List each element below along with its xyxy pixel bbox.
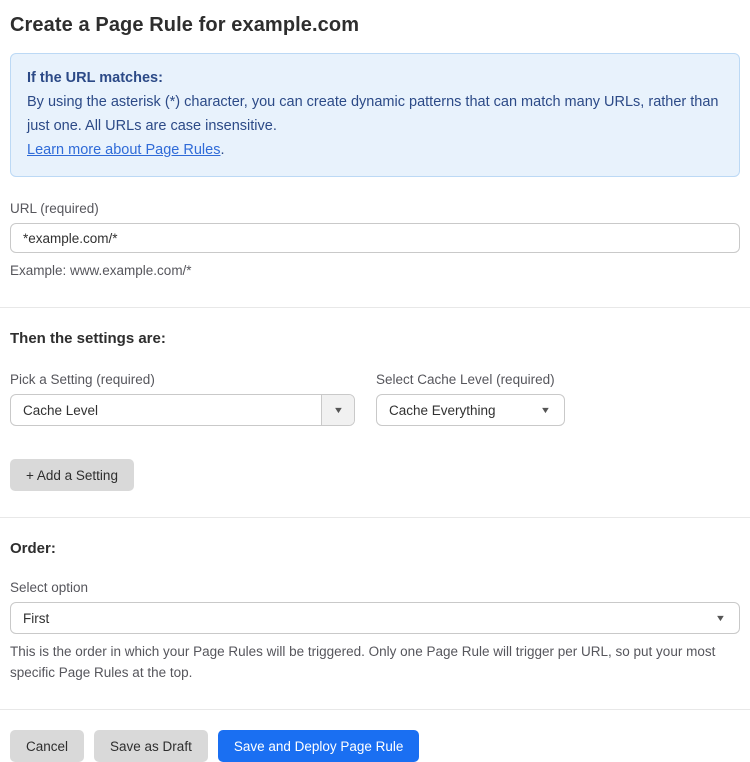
order-select-label: Select option (10, 580, 89, 595)
arrow-wrap: ▼ (539, 404, 564, 415)
add-setting-button[interactable]: + Add a Setting (10, 459, 134, 491)
save-as-draft-button[interactable]: Save as Draft (94, 730, 208, 762)
pick-setting-label: Pick a Setting (required) (10, 372, 155, 387)
settings-heading: Then the settings are: (10, 330, 166, 347)
order-helper-text: This is the order in which your Page Rul… (10, 644, 716, 680)
page-title: Create a Page Rule for example.com (10, 14, 360, 36)
cancel-button[interactable]: Cancel (10, 730, 85, 762)
settings-row: Pick a Setting (required) Cache Level ▼ … (10, 372, 740, 426)
page-rule-form: Create a Page Rule for example.com If th… (0, 0, 750, 762)
info-box-body: By using the asterisk (*) character, you… (27, 94, 719, 134)
cache-level-value: Cache Everything (389, 402, 496, 418)
chevron-down-icon: ▼ (539, 404, 552, 415)
learn-more-link[interactable]: Learn more about Page Rules (27, 142, 220, 158)
dropdown-arrow-button[interactable]: ▼ (321, 395, 354, 425)
divider (0, 709, 750, 710)
order-select-value: First (23, 610, 50, 626)
url-match-info-box: If the URL matches: By using the asteris… (10, 53, 740, 177)
info-box-link-line: Learn more about Page Rules. (27, 138, 723, 162)
save-and-deploy-button[interactable]: Save and Deploy Page Rule (217, 730, 420, 762)
divider (0, 517, 750, 518)
pick-setting-select[interactable]: Cache Level ▼ (10, 394, 355, 426)
url-input[interactable] (10, 223, 740, 253)
form-actions: Cancel Save as Draft Save and Deploy Pag… (10, 730, 740, 762)
cache-level-select[interactable]: Cache Everything ▼ (376, 394, 565, 426)
arrow-wrap: ▼ (714, 612, 739, 623)
pick-setting-column: Pick a Setting (required) Cache Level ▼ (10, 372, 355, 426)
info-box-heading: If the URL matches: (27, 70, 163, 86)
divider (0, 307, 750, 308)
url-helper-text: Example: www.example.com/* (10, 263, 192, 278)
chevron-down-icon: ▼ (332, 404, 344, 415)
url-field-label: URL (required) (10, 201, 99, 216)
chevron-down-icon: ▼ (714, 612, 727, 623)
cache-level-column: Select Cache Level (required) Cache Ever… (376, 372, 565, 426)
pick-setting-value: Cache Level (23, 402, 99, 418)
order-select[interactable]: First ▼ (10, 602, 740, 634)
order-heading: Order: (10, 540, 56, 557)
link-period: . (220, 142, 225, 158)
cache-level-label: Select Cache Level (required) (376, 372, 555, 387)
